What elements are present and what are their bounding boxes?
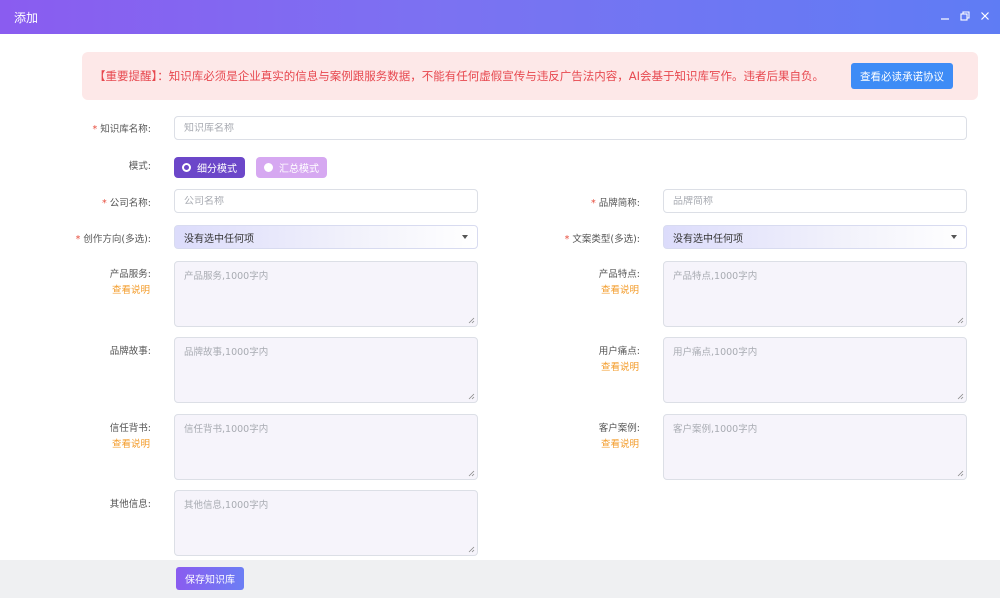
brand-story-label: 品牌故事: (109, 346, 151, 357)
copy-type-select[interactable]: 没有选中任何项 (663, 225, 967, 249)
user-pain-textarea[interactable] (664, 338, 966, 402)
company-label: * 公司名称: (102, 198, 151, 209)
window-title: 添加 (14, 10, 39, 25)
direction-label: * 创作方向(多选): (75, 234, 151, 245)
case-help-link[interactable]: 查看说明 (601, 436, 639, 450)
mode-label: 模式: (128, 161, 151, 172)
copy-type-label: * 文案类型(多选): (564, 234, 640, 245)
product-service-help-link[interactable]: 查看说明 (112, 282, 150, 296)
product-feature-textarea[interactable] (664, 262, 966, 326)
user-pain-field[interactable] (663, 337, 967, 403)
mode-detailed-button[interactable]: 细分模式 (174, 157, 245, 178)
radio-selected-icon (182, 163, 191, 172)
mode-summary-button[interactable]: 汇总模式 (256, 157, 327, 178)
restore-icon[interactable] (958, 9, 972, 23)
resize-grip-icon[interactable] (468, 546, 475, 553)
minimize-icon[interactable] (938, 9, 952, 23)
brand-field[interactable] (663, 189, 967, 213)
chevron-down-icon (462, 235, 468, 239)
user-pain-label: 用户痛点: (598, 346, 640, 357)
other-label: 其他信息: (109, 499, 151, 510)
trust-textarea[interactable] (175, 415, 477, 479)
resize-grip-icon[interactable] (957, 317, 964, 324)
product-feature-help-link[interactable]: 查看说明 (601, 282, 639, 296)
kb-name-field[interactable] (174, 116, 967, 140)
window-titlebar: 添加 (0, 0, 1000, 34)
form-content: 【重要提醒】：知识库必须是企业真实的信息与案例跟服务数据，不能有任何虚假宣传与违… (0, 34, 1000, 560)
case-textarea[interactable] (664, 415, 966, 479)
radio-unselected-icon (264, 163, 273, 172)
case-label: 客户案例: (598, 423, 640, 434)
brand-label: * 品牌简称: (591, 198, 640, 209)
product-feature-field[interactable] (663, 261, 967, 327)
close-icon[interactable] (978, 9, 992, 23)
other-textarea[interactable] (175, 491, 477, 555)
trust-label: 信任背书: (109, 423, 151, 434)
copy-type-select-value: 没有选中任何项 (673, 233, 743, 245)
brand-story-field[interactable] (174, 337, 478, 403)
company-field[interactable] (174, 189, 478, 213)
important-notice: 【重要提醒】：知识库必须是企业真实的信息与案例跟服务数据，不能有任何虚假宣传与违… (82, 52, 978, 100)
trust-field[interactable] (174, 414, 478, 480)
resize-grip-icon[interactable] (957, 393, 964, 400)
company-input[interactable] (184, 195, 477, 207)
other-field[interactable] (174, 490, 478, 556)
notice-text: 【重要提醒】：知识库必须是企业真实的信息与案例跟服务数据，不能有任何虚假宣传与违… (94, 69, 825, 83)
view-agreement-button[interactable]: 查看必读承诺协议 (851, 63, 953, 89)
direction-select-value: 没有选中任何项 (184, 233, 254, 245)
brand-input[interactable] (673, 195, 966, 207)
case-field[interactable] (663, 414, 967, 480)
product-service-textarea[interactable] (175, 262, 477, 326)
resize-grip-icon[interactable] (468, 470, 475, 477)
product-feature-label: 产品特点: (598, 269, 640, 280)
form-footer: 保存知识库 (0, 560, 1000, 598)
brand-story-textarea[interactable] (175, 338, 477, 402)
save-knowledge-base-button[interactable]: 保存知识库 (176, 567, 244, 590)
window-controls (938, 9, 992, 23)
resize-grip-icon[interactable] (468, 317, 475, 324)
kb-name-input[interactable] (184, 122, 966, 134)
kb-name-label: * 知识库名称: (92, 124, 151, 135)
direction-select[interactable]: 没有选中任何项 (174, 225, 478, 249)
chevron-down-icon (951, 235, 957, 239)
trust-help-link[interactable]: 查看说明 (112, 436, 150, 450)
resize-grip-icon[interactable] (957, 470, 964, 477)
product-service-field[interactable] (174, 261, 478, 327)
resize-grip-icon[interactable] (468, 393, 475, 400)
user-pain-help-link[interactable]: 查看说明 (601, 359, 639, 373)
product-service-label: 产品服务: (109, 269, 151, 280)
